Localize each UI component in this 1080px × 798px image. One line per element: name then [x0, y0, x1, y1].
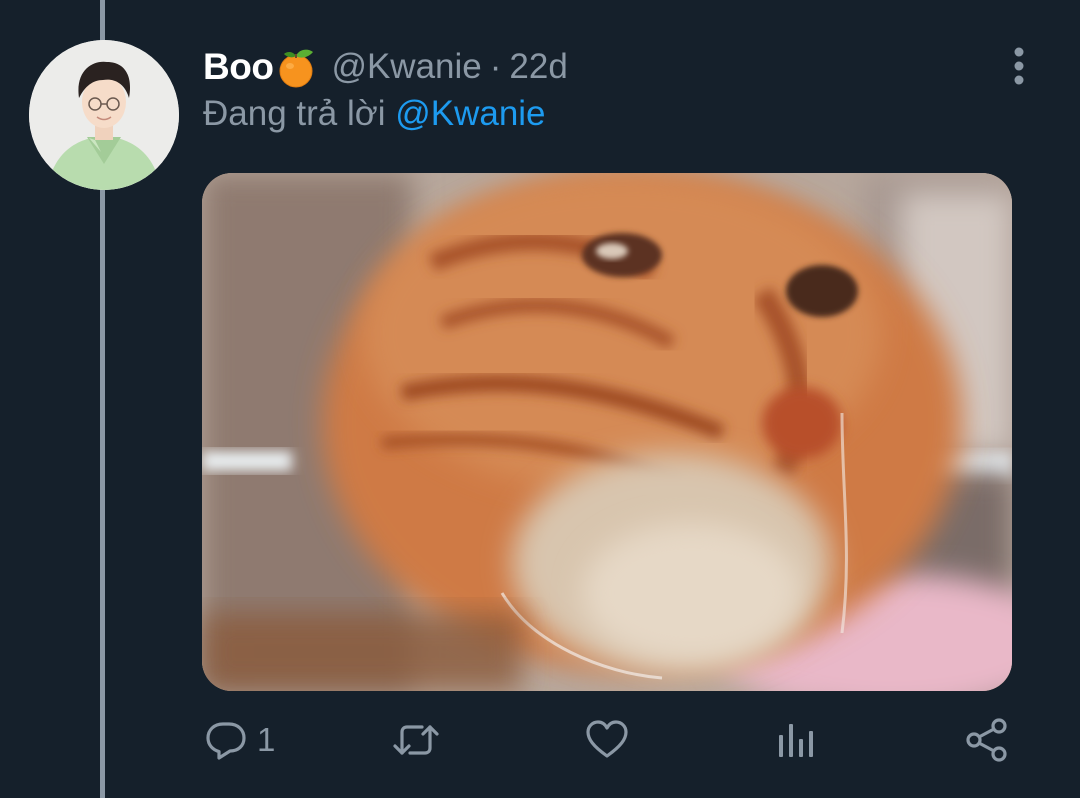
share-button[interactable]	[965, 708, 1009, 772]
user-handle[interactable]: @Kwanie	[331, 47, 481, 87]
share-icon	[966, 718, 1007, 762]
heart-icon	[586, 720, 628, 758]
reply-count: 1	[257, 721, 276, 758]
retweet-icon	[393, 725, 439, 755]
replying-to-label: Đang trả lời	[203, 94, 386, 133]
avatar-image	[29, 40, 179, 190]
tweet-screen: Boo @Kwanie · 22d Đang trả lời @Kwanie 1	[0, 0, 1080, 798]
replying-to: Đang trả lời @Kwanie	[203, 94, 546, 134]
speech-bubble-icon	[206, 722, 246, 760]
tweet-media-image[interactable]	[202, 173, 1012, 691]
tweet-header: Boo @Kwanie · 22d	[203, 42, 568, 92]
like-button[interactable]	[585, 708, 629, 772]
cat-photo	[202, 173, 1012, 691]
display-name[interactable]: Boo	[203, 46, 274, 88]
timestamp[interactable]: 22d	[509, 47, 567, 87]
analytics-button[interactable]	[778, 708, 814, 772]
retweet-button[interactable]	[392, 708, 440, 772]
separator-dot: ·	[489, 47, 502, 86]
more-vertical-icon	[1014, 47, 1024, 85]
tangerine-icon	[275, 46, 317, 88]
bar-chart-icon	[779, 724, 813, 757]
replying-to-mention[interactable]: @Kwanie	[395, 94, 545, 133]
reply-button[interactable]: 1	[205, 708, 275, 772]
avatar[interactable]	[29, 40, 179, 190]
more-options-button[interactable]	[1003, 46, 1035, 86]
tweet-actions-bar: 1	[0, 708, 1080, 772]
